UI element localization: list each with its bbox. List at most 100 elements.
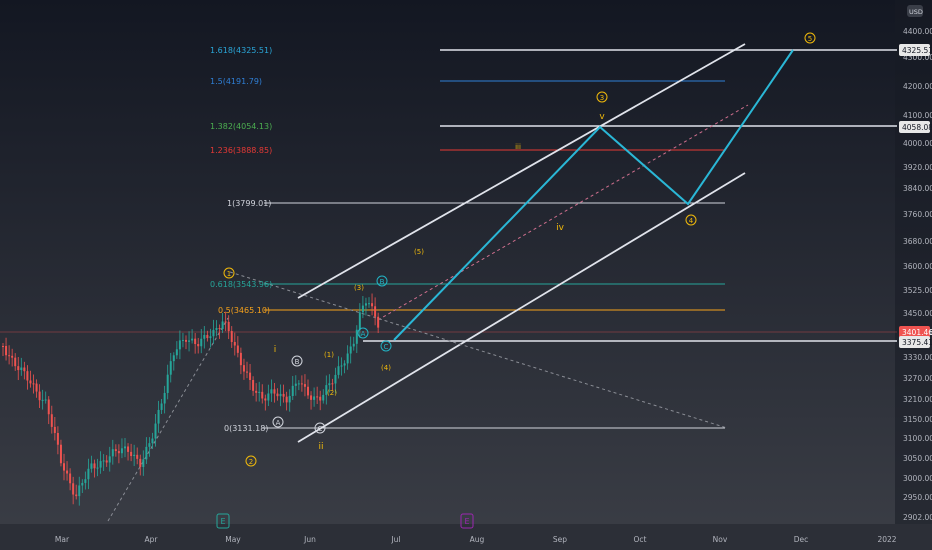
candle-body — [371, 303, 374, 307]
event-marker: E — [220, 517, 225, 526]
candle-body — [233, 341, 236, 346]
candle-body — [124, 446, 126, 449]
candle-body — [343, 363, 346, 366]
candle-body — [139, 458, 142, 467]
candle-body — [90, 463, 93, 469]
candle-body — [246, 371, 248, 373]
candle-body — [8, 355, 11, 357]
time-axis-label: May — [225, 535, 241, 544]
candle-body — [255, 390, 258, 393]
candle-body — [221, 321, 224, 329]
candle-body — [66, 470, 69, 474]
candle-body — [264, 398, 267, 401]
candle-body — [252, 379, 255, 391]
wave-label: (1) — [324, 351, 334, 359]
chart-svg: 1.618(4325.51) 1.5(4191.79) 1.382(4054.13)… — [0, 0, 932, 550]
candle-body — [303, 384, 306, 387]
candle-body — [377, 316, 380, 328]
candle-body — [5, 346, 8, 356]
candle-body — [337, 366, 340, 375]
time-axis-label: Oct — [634, 535, 647, 544]
fib-level-label: 1.236(3888.85) — [210, 146, 272, 155]
candle-body — [310, 395, 313, 400]
candle-body — [352, 343, 355, 347]
candle-body — [53, 426, 56, 433]
candle-body — [178, 340, 181, 350]
candle-body — [75, 494, 78, 497]
wave-label: i — [274, 345, 277, 355]
candle-body — [130, 451, 133, 457]
candle-body — [316, 396, 319, 398]
candle-body — [273, 389, 276, 394]
candle-body — [78, 485, 81, 497]
candle-body — [267, 393, 270, 401]
wave-label: iv — [556, 223, 565, 233]
fib-level-label: 0.618(3543.96) — [210, 280, 272, 289]
time-axis-label: Dec — [794, 535, 809, 544]
candle-body — [117, 451, 120, 454]
candle-body — [59, 444, 62, 464]
candle-body — [340, 365, 343, 367]
wave-label: (3) — [354, 284, 364, 292]
candle-body — [108, 456, 111, 463]
candle-body — [300, 383, 303, 385]
candle-body — [215, 327, 218, 330]
time-axis-label: Apr — [145, 535, 159, 544]
candle-body — [120, 448, 123, 454]
candle-body — [133, 454, 136, 457]
wave-label: 5 — [808, 35, 812, 43]
candle-body — [194, 338, 197, 345]
price-tick-label: 3450.00 — [903, 309, 932, 318]
candle-body — [294, 383, 297, 386]
candle-body — [297, 383, 300, 385]
price-tick-label: 4400.00 — [903, 27, 932, 36]
candle-body — [11, 355, 14, 358]
candle-body — [26, 371, 29, 381]
price-tick-label: 3100.00 — [903, 434, 932, 443]
candle-body — [63, 463, 65, 471]
candle-body — [276, 393, 279, 397]
price-tick-label: 3680.00 — [903, 237, 932, 246]
candle-body — [151, 438, 154, 444]
fib-level-label: 0(3131.18) — [224, 424, 268, 433]
candle-body — [374, 306, 377, 317]
price-label: 4325.51 — [902, 46, 932, 55]
price-label: 3375.41 — [902, 338, 932, 347]
price-tick-label: 2902.00 — [903, 513, 932, 522]
wave-label: (4) — [381, 364, 391, 372]
candle-body — [218, 327, 221, 329]
candle-body — [191, 338, 194, 341]
price-tick-label: 3000.00 — [903, 474, 932, 483]
candle-body — [328, 383, 331, 386]
candle-body — [181, 339, 184, 341]
time-axis-label: 2022 — [877, 535, 896, 544]
candle-body — [285, 396, 288, 403]
wave-label: B — [380, 278, 385, 286]
price-tick-label: 3525.00 — [903, 286, 932, 295]
candle-body — [203, 334, 206, 339]
wave-label: A — [276, 419, 281, 427]
candle-body — [114, 449, 117, 452]
candle-body — [142, 459, 145, 467]
candle-body — [334, 374, 337, 384]
candle-body — [307, 386, 309, 396]
candle-body — [270, 389, 273, 394]
candle-body — [157, 409, 160, 424]
candle-body — [145, 446, 148, 460]
candle-body — [84, 479, 87, 483]
candle-body — [102, 460, 105, 462]
price-tick-label: 2950.00 — [903, 493, 932, 502]
time-axis-label: Jul — [390, 535, 400, 544]
price-tick-label: 3600.00 — [903, 262, 932, 271]
wave-label: A — [361, 330, 366, 338]
price-tick-label: 3760.00 — [903, 210, 932, 219]
candle-body — [93, 463, 96, 469]
price-label: 3401.46 — [902, 328, 932, 337]
candle-body — [368, 303, 370, 305]
candle-body — [56, 432, 59, 445]
candle-body — [224, 321, 227, 323]
price-label: 4058.08 — [902, 123, 932, 132]
candle-body — [206, 334, 209, 339]
candle-body — [172, 355, 175, 362]
candle-body — [44, 399, 47, 401]
